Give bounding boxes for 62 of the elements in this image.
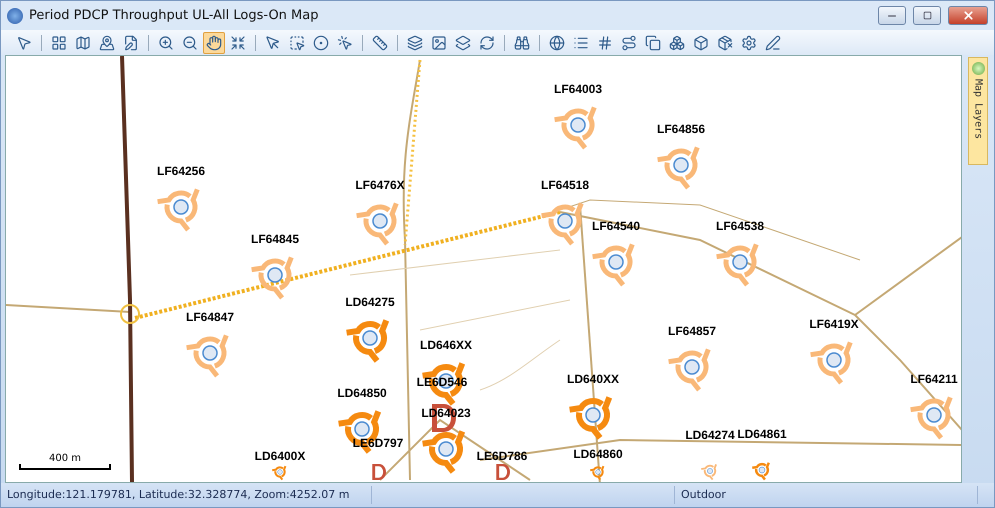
- site-label: LD64861: [737, 427, 787, 441]
- app-logo-icon: [7, 8, 23, 24]
- site-label: LD64860: [573, 447, 623, 461]
- route-start-marker: [120, 304, 140, 324]
- window-title: Period PDCP Throughput UL-All Logs-On Map: [29, 8, 320, 23]
- site-label: LD64850: [337, 386, 387, 400]
- maximize-button[interactable]: [913, 6, 941, 25]
- maximize-icon: [922, 11, 932, 20]
- site-label: LE6D786: [476, 449, 528, 463]
- table-icon: [51, 34, 67, 50]
- site-label: LD640XX: [566, 372, 620, 386]
- coordinates-status: Longitude:121.179781, Latitude:32.328774, Zoom:4252.07 m: [1, 486, 372, 504]
- map-layers-tab[interactable]: Map Layers: [968, 57, 988, 165]
- site-label: LF64211: [910, 372, 958, 386]
- settings-icon: [741, 34, 757, 50]
- site-label: LF6476X: [355, 178, 405, 192]
- cell-marker-icon: [372, 464, 386, 480]
- grid-icon: [597, 34, 613, 50]
- site-label: LF64857: [668, 324, 716, 338]
- site-label: LF64540: [592, 219, 640, 233]
- pan-tool-button[interactable]: [203, 32, 225, 54]
- pointer-icon: [16, 34, 32, 50]
- site-label: LD64275: [345, 295, 395, 309]
- route-icon: [621, 34, 637, 50]
- scale-bar: 400 m: [20, 453, 110, 470]
- ruler-icon: [372, 34, 388, 50]
- mode-status: Outdoor: [675, 486, 978, 504]
- site-label: LD6400X: [254, 449, 306, 463]
- rect-select-icon: [289, 34, 305, 50]
- site-label: LF64256: [156, 164, 206, 178]
- site-label: LD64274: [685, 428, 735, 442]
- select-icon: [265, 34, 281, 50]
- fit-icon: [230, 34, 246, 50]
- map-export-icon: [75, 34, 91, 50]
- zoom-in-icon: [158, 34, 174, 50]
- image-icon: [431, 34, 447, 50]
- close-button[interactable]: [948, 6, 988, 25]
- minimize-button[interactable]: [878, 6, 906, 25]
- layers-orb-icon: [972, 62, 984, 75]
- site-label: LF64518: [540, 178, 590, 192]
- legend-icon: [573, 34, 589, 50]
- site-label: LF64847: [186, 310, 234, 324]
- add-layer-icon: [455, 34, 471, 50]
- site-label: LD646XX: [420, 338, 472, 352]
- site-label: LF6419X: [809, 317, 859, 331]
- copy-icon: [645, 34, 661, 50]
- circle-select-icon: [313, 34, 329, 50]
- refresh-icon: [479, 34, 495, 50]
- site-label: LF64538: [716, 219, 764, 233]
- poly-select-icon: [337, 34, 353, 50]
- find-icon: [514, 34, 530, 50]
- cell-marker-icon: [496, 464, 510, 480]
- site-label: LF64845: [250, 232, 300, 246]
- close-icon: [962, 9, 974, 22]
- layers-icon: [407, 34, 423, 50]
- site-label: LF64003: [554, 82, 602, 96]
- site-label: LF64856: [656, 122, 706, 136]
- edit-icon: [765, 34, 781, 50]
- pan-icon: [206, 34, 222, 50]
- globe-icon: [549, 34, 565, 50]
- zoom-out-icon: [182, 34, 198, 50]
- map-edit-icon: [123, 34, 139, 50]
